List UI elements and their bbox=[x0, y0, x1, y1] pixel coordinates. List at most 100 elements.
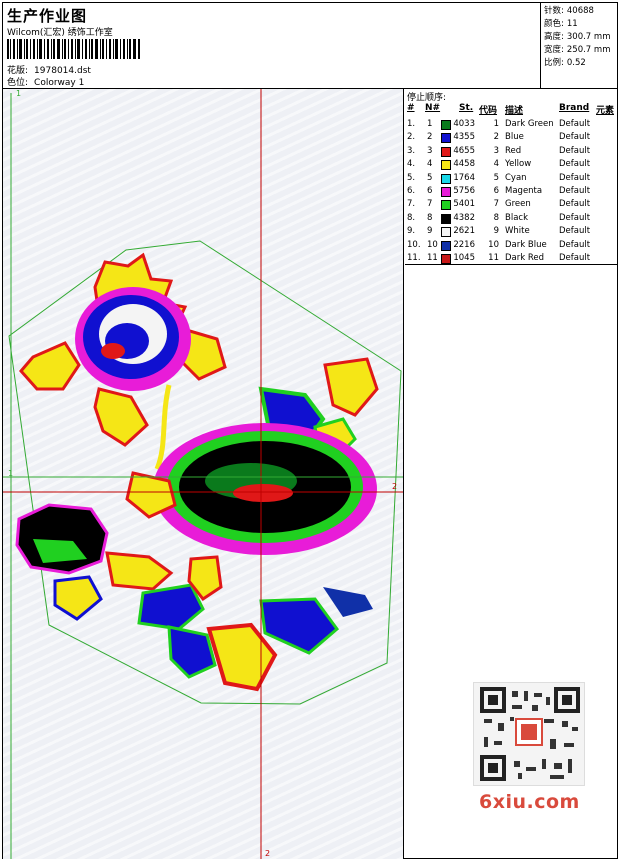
stop-number: 4. bbox=[407, 159, 416, 170]
stop-sequence-title: 停止顺序: bbox=[407, 93, 447, 103]
col-stop: # bbox=[407, 103, 415, 113]
stop-number: 8. bbox=[407, 212, 416, 223]
thread-code: 9 bbox=[493, 226, 499, 237]
watermark-text: 6xiu.com bbox=[479, 791, 580, 813]
stitch-count: 4033 bbox=[453, 119, 475, 129]
stop-sequence-panel: 停止顺序: # N# St. 代码 描述 Brand 元素 1. 1 4033 1 Da… bbox=[405, 89, 617, 265]
needle-number: 8 bbox=[427, 212, 433, 223]
col-stitches: St. bbox=[459, 103, 474, 113]
stop-sequence-row: 4. 4 4458 4 Yellow Default bbox=[405, 158, 617, 171]
stitch-count: 1764 bbox=[453, 172, 475, 183]
thread-code: 1 bbox=[493, 119, 499, 129]
bottom-axis-marker: 2 bbox=[265, 849, 271, 858]
stop-number: 6. bbox=[407, 185, 416, 196]
col-needle: N# bbox=[425, 103, 441, 113]
embroidery-preview-graphic bbox=[3, 89, 403, 859]
stop-sequence-row: 6. 6 5756 6 Magenta Default bbox=[405, 185, 617, 198]
needle-number: 7 bbox=[427, 199, 433, 210]
thread-description: Yellow bbox=[505, 159, 532, 170]
colorway-label: 色位: bbox=[7, 78, 29, 88]
stitch-count: 4655 bbox=[453, 145, 475, 156]
col-element: 元素 bbox=[596, 106, 615, 116]
stop-sequence-row: 1. 1 4033 1 Dark Green Default bbox=[405, 118, 617, 131]
thread-description: Green bbox=[505, 199, 531, 210]
thread-brand: Default bbox=[559, 132, 591, 143]
stat-height: 高度: 300.7 mm bbox=[544, 32, 611, 42]
color-swatch bbox=[441, 173, 451, 184]
design-stats: 针数: 40688 颜色: 11 高度: 300.7 mm 宽度: 250.7 mm 比… bbox=[540, 3, 617, 89]
stop-sequence-row: 8. 8 4382 8 Black Default bbox=[405, 212, 617, 225]
flower-bud-left bbox=[15, 503, 109, 621]
col-brand: Brand bbox=[559, 103, 590, 113]
stop-sequence-row: 5. 5 1764 5 Cyan Default bbox=[405, 172, 617, 185]
thread-code: 7 bbox=[493, 199, 499, 210]
stitch-count: 5756 bbox=[453, 185, 475, 196]
col-description: 描述 bbox=[505, 106, 524, 116]
stop-sequence-header: # N# St. 代码 描述 Brand 元素 bbox=[405, 103, 617, 117]
stop-number: 7. bbox=[407, 199, 416, 210]
stitch-count: 4355 bbox=[453, 132, 475, 143]
stat-stitch-count: 针数: 40688 bbox=[544, 6, 594, 16]
thread-description: Blue bbox=[505, 132, 524, 143]
needle-number: 11 bbox=[427, 252, 438, 263]
flower-center bbox=[105, 357, 379, 692]
color-swatch bbox=[441, 133, 451, 144]
thread-description: Dark Red bbox=[505, 252, 545, 263]
thread-brand: Default bbox=[559, 226, 591, 237]
thread-code: 10 bbox=[488, 239, 499, 250]
stitch-count: 2621 bbox=[453, 226, 475, 237]
stop-sequence-row: 11. 11 1045 11 Dark Red Default bbox=[405, 252, 617, 265]
thread-code: 6 bbox=[493, 185, 499, 196]
color-swatch bbox=[441, 186, 451, 197]
colorway-line: 色位: Colorway 1 bbox=[7, 75, 84, 88]
qr-code-icon bbox=[473, 682, 585, 786]
thread-code: 8 bbox=[493, 212, 499, 223]
color-swatch bbox=[441, 200, 451, 211]
color-swatch bbox=[441, 240, 451, 251]
barcode-icon bbox=[7, 39, 140, 59]
stop-number: 3. bbox=[407, 145, 416, 156]
worksheet-header: 生产作业图 Wilcom(汇宏) 绣饰工作室 花版: 1978014.dst 色… bbox=[3, 3, 617, 89]
thread-description: Red bbox=[505, 145, 522, 156]
stop-number: 1. bbox=[407, 119, 416, 129]
stat-scale: 比例: 0.52 bbox=[544, 58, 586, 68]
stat-colors: 颜色: 11 bbox=[544, 19, 578, 29]
needle-number: 2 bbox=[427, 132, 433, 143]
thread-description: White bbox=[505, 226, 530, 237]
color-swatch bbox=[441, 120, 451, 130]
stop-sequence-row: 7. 7 5401 7 Green Default bbox=[405, 198, 617, 211]
thread-description: Cyan bbox=[505, 172, 527, 183]
needle-number: 9 bbox=[427, 226, 433, 237]
stat-width: 宽度: 250.7 mm bbox=[544, 45, 611, 55]
stitch-count: 1045 bbox=[453, 252, 475, 263]
stop-number: 5. bbox=[407, 172, 416, 183]
thread-brand: Default bbox=[559, 159, 591, 170]
needle-number: 4 bbox=[427, 159, 433, 170]
thread-code: 5 bbox=[493, 172, 499, 183]
thread-code: 11 bbox=[488, 252, 499, 263]
thread-brand: Default bbox=[559, 252, 591, 263]
needle-number: 1 bbox=[427, 119, 433, 129]
thread-brand: Default bbox=[559, 172, 591, 183]
stitch-count: 4382 bbox=[453, 212, 475, 223]
flower-top-left bbox=[19, 252, 227, 470]
thread-brand: Default bbox=[559, 119, 591, 129]
design-preview: 1 1 2 2 bbox=[3, 89, 404, 859]
page-title: 生产作业图 bbox=[7, 7, 88, 25]
thread-description: Dark Blue bbox=[505, 239, 547, 250]
thread-brand: Default bbox=[559, 212, 591, 223]
color-swatch bbox=[441, 146, 451, 157]
thread-brand: Default bbox=[559, 239, 591, 250]
studio-subtitle: Wilcom(汇宏) 绣饰工作室 bbox=[7, 28, 113, 38]
thread-description: Magenta bbox=[505, 185, 543, 196]
qr-code-graphic bbox=[480, 687, 580, 781]
thread-description: Black bbox=[505, 212, 528, 223]
stop-number: 9. bbox=[407, 226, 416, 237]
thread-code: 3 bbox=[493, 145, 499, 156]
needle-number: 3 bbox=[427, 145, 433, 156]
stop-sequence-row: 2. 2 4355 2 Blue Default bbox=[405, 131, 617, 144]
stitch-count: 5401 bbox=[453, 199, 475, 210]
thread-brand: Default bbox=[559, 145, 591, 156]
stop-sequence-row: 3. 3 4655 3 Red Default bbox=[405, 145, 617, 158]
right-axis-marker: 2 bbox=[392, 482, 398, 491]
